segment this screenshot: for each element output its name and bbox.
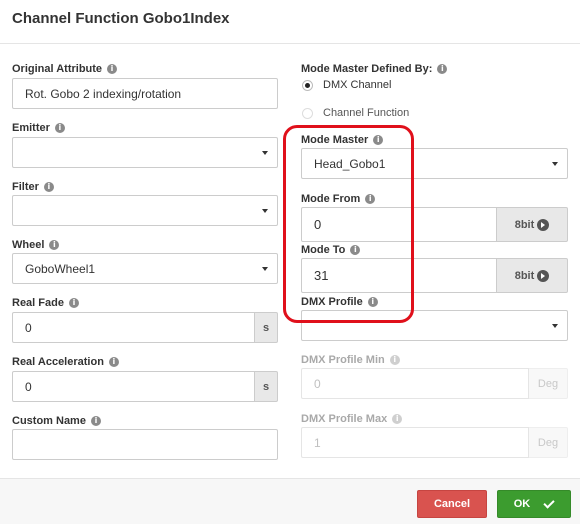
- emitter-label: Emitter i: [12, 122, 65, 134]
- mode-master-defined-by-label: Mode Master Defined By: i: [301, 63, 448, 75]
- emitter-select[interactable]: [12, 137, 278, 168]
- ok-button[interactable]: OK: [497, 490, 571, 518]
- caret-down-icon: [262, 267, 268, 271]
- custom-name-input[interactable]: [12, 429, 278, 460]
- info-icon: i: [68, 298, 79, 308]
- dialog-footer: [0, 478, 580, 524]
- mode-to-bit-button[interactable]: 8bit: [497, 258, 568, 293]
- dialog-header: Channel Function Gobo1Index: [0, 0, 580, 44]
- caret-down-icon: [262, 209, 268, 213]
- dmx-profile-max-unit: Deg: [529, 427, 568, 458]
- chevron-right-circle-icon: [537, 269, 550, 282]
- caret-down-icon: [262, 151, 268, 155]
- original-attribute-label: Original Attribute i: [12, 63, 118, 75]
- radio-unselected-icon[interactable]: [302, 107, 313, 119]
- info-icon: i: [54, 123, 65, 133]
- mode-from-bit-button[interactable]: 8bit: [497, 207, 568, 242]
- info-icon: i: [389, 355, 400, 365]
- info-icon: i: [43, 182, 54, 192]
- check-icon: [543, 496, 555, 509]
- annotation-highlight: [283, 125, 414, 323]
- radio-channel-function[interactable]: Channel Function: [302, 107, 409, 119]
- caret-down-icon: [552, 324, 558, 328]
- radio-dmx-channel[interactable]: DMX Channel: [302, 79, 391, 91]
- filter-select[interactable]: [12, 195, 278, 226]
- info-icon: i: [437, 64, 448, 74]
- dialog-title: Channel Function Gobo1Index: [12, 10, 230, 27]
- real-fade-input[interactable]: 0: [12, 312, 255, 343]
- info-icon: i: [107, 64, 118, 74]
- original-attribute-field[interactable]: Rot. Gobo 2 indexing/rotation: [12, 78, 278, 109]
- wheel-select[interactable]: GoboWheel1: [12, 253, 278, 284]
- caret-down-icon: [552, 162, 558, 166]
- info-icon: i: [108, 357, 119, 367]
- custom-name-label: Custom Name i: [12, 415, 101, 427]
- cancel-button[interactable]: Cancel: [417, 490, 487, 518]
- dmx-profile-min-label: DMX Profile Min i: [301, 354, 400, 366]
- dmx-profile-max-input[interactable]: 1: [301, 427, 529, 458]
- wheel-label: Wheel i: [12, 239, 60, 251]
- real-acceleration-label: Real Acceleration i: [12, 356, 119, 368]
- info-icon: i: [49, 240, 60, 250]
- real-fade-unit: s: [255, 312, 278, 343]
- chevron-right-circle-icon: [537, 218, 550, 231]
- info-icon: i: [90, 416, 101, 426]
- filter-label: Filter i: [12, 181, 54, 193]
- dmx-profile-min-unit: Deg: [529, 368, 568, 399]
- real-fade-label: Real Fade i: [12, 297, 79, 309]
- info-icon: i: [392, 414, 403, 424]
- real-acceleration-input[interactable]: 0: [12, 371, 255, 402]
- radio-selected-icon[interactable]: [302, 79, 313, 91]
- real-acceleration-unit: s: [255, 371, 278, 402]
- dmx-profile-min-input[interactable]: 0: [301, 368, 529, 399]
- dmx-profile-max-label: DMX Profile Max i: [301, 413, 403, 425]
